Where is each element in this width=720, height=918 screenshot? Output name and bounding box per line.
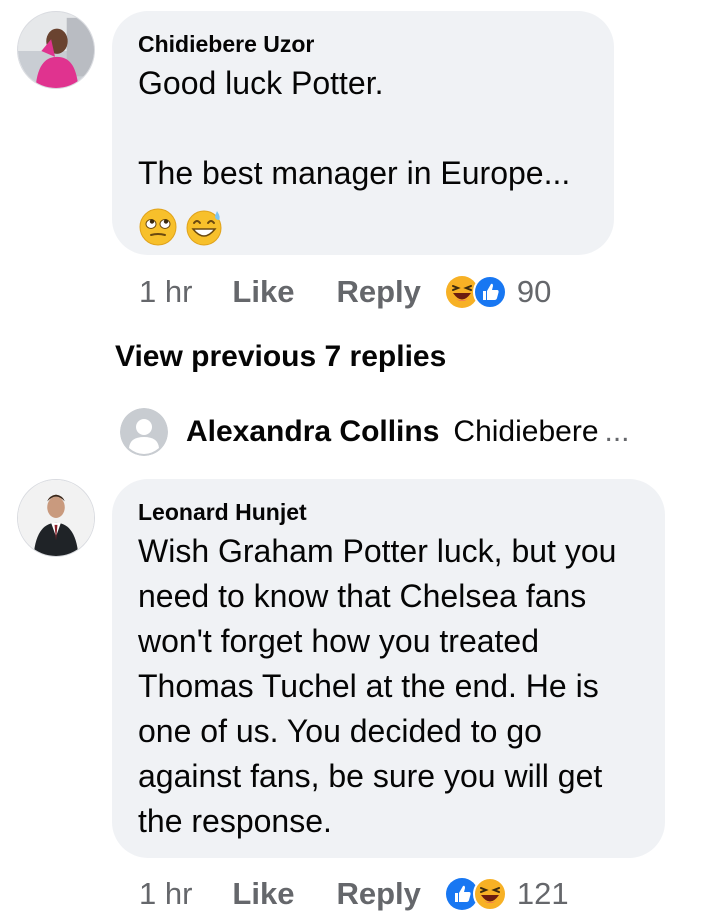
avatar-chidiebere-uzor[interactable] bbox=[17, 11, 95, 89]
comment-actions: 1 hr Like Reply 121 bbox=[139, 874, 569, 914]
reply-text: Chidiebere bbox=[453, 415, 599, 448]
view-previous-replies-link[interactable]: View previous 7 replies bbox=[115, 340, 446, 374]
reactions-summary[interactable] bbox=[445, 275, 507, 309]
haha-reaction-icon bbox=[472, 877, 507, 911]
reply-preview[interactable]: Alexandra Collins Chidiebere ... bbox=[120, 404, 630, 460]
comment-bubble: Chidiebere Uzor Good luck Potter. The be… bbox=[112, 11, 614, 255]
profile-photo-icon bbox=[18, 480, 94, 556]
comment-timestamp[interactable]: 1 hr bbox=[139, 274, 192, 310]
reply-ellipsis: ... bbox=[604, 415, 630, 448]
comment-author[interactable]: Leonard Hunjet bbox=[138, 499, 307, 526]
comment-author[interactable]: Chidiebere Uzor bbox=[138, 31, 314, 58]
reactions-summary[interactable] bbox=[445, 877, 507, 911]
comment-bubble: Leonard Hunjet Wish Graham Potter luck, … bbox=[112, 479, 665, 858]
like-reaction-icon bbox=[472, 275, 507, 309]
face-with-rolling-eyes-icon bbox=[139, 208, 177, 246]
like-button[interactable]: Like bbox=[232, 876, 294, 912]
profile-photo-icon bbox=[18, 12, 94, 88]
reaction-count: 121 bbox=[516, 876, 569, 911]
grinning-face-with-sweat-icon bbox=[186, 210, 222, 246]
comment-emojis bbox=[138, 207, 224, 247]
reply-author[interactable]: Alexandra Collins bbox=[186, 415, 439, 449]
reply-button[interactable]: Reply bbox=[336, 274, 420, 310]
like-button[interactable]: Like bbox=[232, 274, 294, 310]
comment-text: Wish Graham Potter luck, but you need to… bbox=[138, 533, 617, 839]
reply-button[interactable]: Reply bbox=[336, 876, 420, 912]
comment-text: Good luck Potter. The best manager in Eu… bbox=[138, 65, 571, 191]
avatar-leonard-hunjet[interactable] bbox=[17, 479, 95, 557]
default-avatar-icon bbox=[120, 408, 168, 456]
reaction-count: 90 bbox=[516, 274, 552, 309]
comment-timestamp[interactable]: 1 hr bbox=[139, 876, 192, 912]
comment-actions: 1 hr Like Reply 90 bbox=[139, 272, 551, 312]
